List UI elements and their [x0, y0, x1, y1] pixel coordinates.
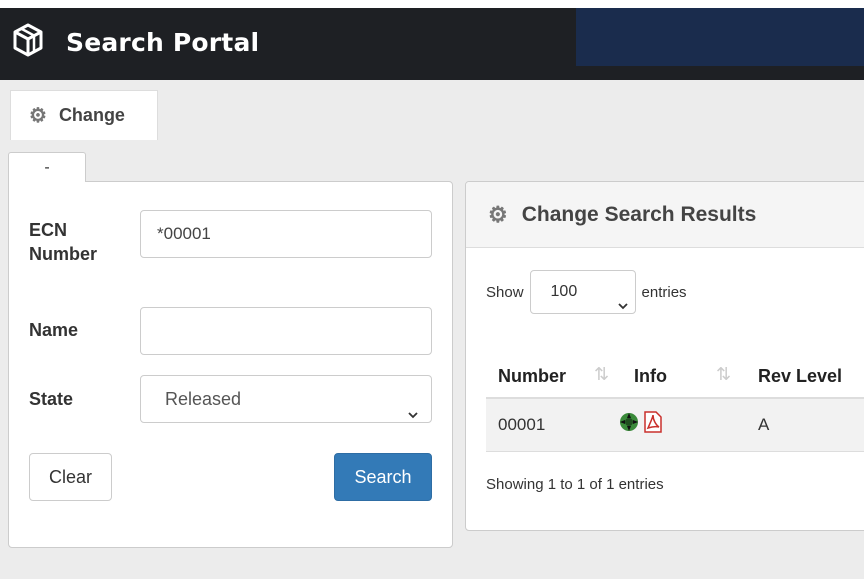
- column-header-rev-level[interactable]: Rev Level: [758, 366, 842, 387]
- sort-icon[interactable]: ⇅: [594, 364, 609, 385]
- top-navbar: Search Portal: [0, 8, 864, 80]
- ecn-label-line1: ECN: [29, 220, 68, 240]
- brand[interactable]: Search Portal: [10, 22, 259, 63]
- navbar-right-block: [576, 8, 864, 66]
- cube-icon: [10, 22, 46, 63]
- cell-info: [618, 411, 666, 438]
- chevron-down-icon: [407, 392, 419, 419]
- search-form-panel: ECN Number *00001 Name State Released Cl…: [8, 181, 453, 548]
- state-select-value: Released: [165, 389, 242, 409]
- page-size-select[interactable]: 100: [529, 270, 636, 314]
- ecn-number-input[interactable]: *00001: [140, 210, 432, 258]
- state-select[interactable]: Released: [140, 375, 432, 423]
- table-info: Showing 1 to 1 of 1 entries: [486, 476, 664, 493]
- cell-rev-level[interactable]: A: [758, 415, 769, 435]
- results-panel: ⚙ Change Search Results Show 100 entries…: [465, 181, 864, 531]
- tab-collapse[interactable]: -: [8, 152, 86, 182]
- search-button[interactable]: Search: [334, 453, 432, 501]
- page-body: ⚙ Change - ECN Number *00001 Name State …: [0, 80, 864, 579]
- gear-icon: ⚙: [488, 201, 508, 227]
- page-size-control: Show 100 entries: [486, 270, 687, 314]
- chevron-down-icon: [617, 287, 629, 310]
- object-icon[interactable]: [618, 411, 643, 438]
- name-label: Name: [29, 320, 79, 340]
- results-heading: ⚙ Change Search Results: [466, 182, 864, 248]
- page-size-value: 100: [550, 283, 578, 300]
- column-header-number[interactable]: Number: [498, 366, 566, 387]
- results-heading-text: Change Search Results: [521, 202, 757, 226]
- clear-button[interactable]: Clear: [29, 453, 112, 501]
- entries-label: entries: [641, 283, 687, 301]
- column-header-info[interactable]: Info: [634, 366, 667, 387]
- ecn-label-line2: Number: [29, 244, 98, 264]
- app-title: Search Portal: [66, 28, 260, 57]
- cell-number[interactable]: 00001: [498, 415, 545, 435]
- gear-icon: ⚙: [29, 105, 47, 127]
- show-label: Show: [486, 283, 524, 301]
- tab-change[interactable]: ⚙ Change: [10, 90, 158, 140]
- name-input[interactable]: [140, 307, 432, 355]
- pdf-icon[interactable]: [643, 411, 666, 438]
- tab-change-label: Change: [58, 105, 125, 125]
- ecn-number-label: ECN Number: [29, 218, 97, 266]
- state-label: State: [29, 389, 74, 409]
- sort-icon[interactable]: ⇅: [716, 364, 731, 385]
